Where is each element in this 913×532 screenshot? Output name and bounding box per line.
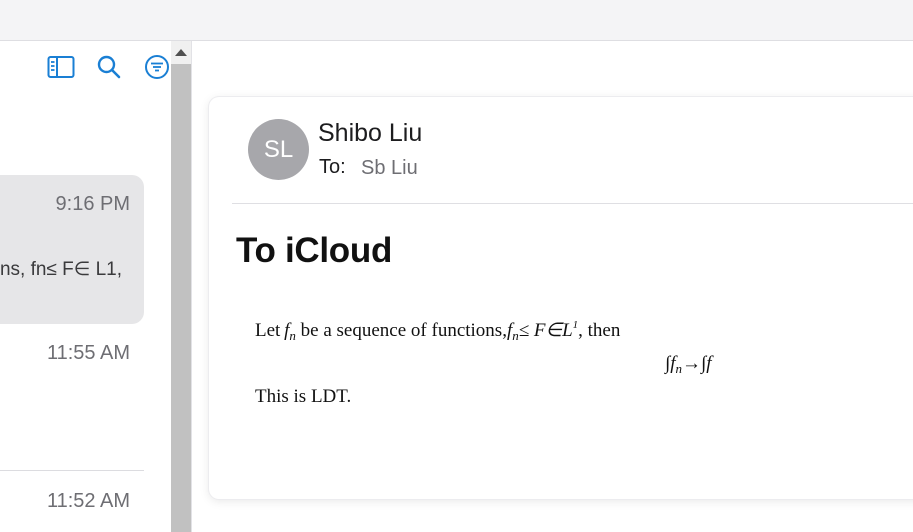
message-card: SL Shibo Liu To: Sb Liu To iCloud Let fn…: [209, 97, 913, 499]
scroll-thumb[interactable]: [171, 64, 191, 532]
body-line-1: Let fn be a sequence of functions,fn≤ F∈…: [255, 319, 620, 344]
reading-pane: SL Shibo Liu To: Sb Liu To iCloud Let fn…: [191, 41, 913, 532]
message-time: 9:16 PM: [55, 193, 130, 215]
filter-icon: [145, 55, 169, 79]
body-text-mid: be a sequence of functions,: [295, 320, 507, 341]
search-button[interactable]: [95, 53, 123, 81]
body-text-let: Let: [255, 320, 281, 341]
message-list-pane: 9:16 PM ns, fn≤ F∈ L1, 11:55 AM 11:52 AM: [0, 41, 171, 532]
search-icon: [97, 55, 121, 79]
sender-name[interactable]: Shibo Liu: [318, 119, 422, 148]
message-preview: ns, fn≤ F∈ L1,: [0, 259, 122, 280]
math-f-n: fn: [284, 320, 296, 343]
math-relation: ≤ F∈L: [518, 320, 573, 341]
message-list-item[interactable]: 11:52 AM: [0, 471, 144, 532]
message-time: 11:55 AM: [46, 342, 130, 364]
body-equation: ∫fn→∫f: [665, 353, 712, 377]
scroll-up-arrow-icon[interactable]: [175, 49, 187, 56]
math-f: f: [706, 353, 712, 374]
body-text-end: , then: [578, 320, 621, 341]
math-f-n-2: fn≤ F∈L1: [507, 319, 578, 343]
list-scrollbar[interactable]: [171, 41, 191, 532]
body-line-2: This is LDT.: [255, 386, 352, 407]
header-divider: [232, 203, 913, 204]
math-arrow-integral: →∫: [682, 353, 707, 374]
to-label: To:: [319, 156, 346, 178]
message-list-item[interactable]: 9:16 PM ns, fn≤ F∈ L1,: [0, 175, 144, 324]
title-bar: [0, 0, 913, 41]
sidebar-toggle-button[interactable]: [47, 53, 75, 81]
message-subject: To iCloud: [236, 231, 393, 270]
message-list-item[interactable]: 11:55 AM: [0, 325, 144, 470]
sidebar-toggle-icon: [47, 56, 75, 78]
message-time: 11:52 AM: [46, 490, 130, 512]
recipient-name[interactable]: Sb Liu: [361, 157, 418, 180]
avatar: SL: [248, 119, 309, 180]
filter-button[interactable]: [143, 53, 171, 81]
